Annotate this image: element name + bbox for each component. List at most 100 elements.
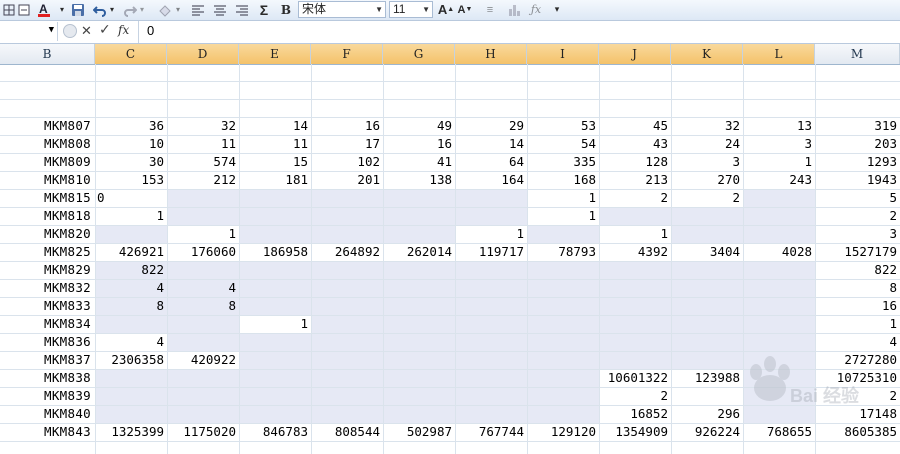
data-cell-c[interactable]: 2306358 [95,351,167,369]
column-header-c[interactable]: C [95,44,167,64]
data-cell-f[interactable]: 17 [311,135,383,153]
data-cell-j[interactable]: 128 [599,153,671,171]
data-cell-g[interactable] [383,333,455,351]
data-cell-m[interactable]: 822 [815,261,900,279]
data-cell-d[interactable]: 420922 [167,351,239,369]
data-cell-c[interactable]: 1 [95,207,167,225]
data-cell-m[interactable]: 1943 [815,171,900,189]
bold-button[interactable]: B [278,1,294,18]
data-cell-c[interactable]: 426921 [95,243,167,261]
row-label-cell[interactable]: MKM840 [0,405,95,423]
wrap-text-icon[interactable]: ≡ [482,1,498,18]
row-label-cell[interactable]: MKM820 [0,225,95,243]
data-cell-c[interactable]: 153 [95,171,167,189]
data-cell-j[interactable] [599,279,671,297]
enter-icon[interactable]: ✓ [99,22,111,38]
data-cell-j[interactable]: 43 [599,135,671,153]
data-cell-g[interactable]: 41 [383,153,455,171]
data-cell-d[interactable]: 8 [167,297,239,315]
data-cell-c[interactable] [95,369,167,387]
data-cell-c[interactable] [95,315,167,333]
data-cell-f[interactable] [311,225,383,243]
data-cell-i[interactable]: 78793 [527,243,599,261]
data-cell-m[interactable]: 1527179 [815,243,900,261]
data-cell-e[interactable] [239,261,311,279]
data-cell-i[interactable]: 1 [527,207,599,225]
data-cell-h[interactable]: 1 [455,225,527,243]
data-cell-k[interactable]: 926224 [671,423,743,441]
data-cell-h[interactable]: 29 [455,117,527,135]
data-cell-m[interactable]: 5 [815,189,900,207]
data-cell-f[interactable]: 808544 [311,423,383,441]
data-cell-k[interactable] [671,315,743,333]
data-cell-f[interactable] [311,405,383,423]
data-cell-c[interactable] [95,387,167,405]
data-cell-m[interactable]: 1 [815,315,900,333]
data-cell-g[interactable] [383,369,455,387]
data-cell-d[interactable] [167,315,239,333]
data-cell-g[interactable] [383,225,455,243]
data-cell-l[interactable]: 1 [743,153,815,171]
merge-icon[interactable] [17,1,31,18]
insert-function-button[interactable]: fx [118,23,129,37]
data-cell-e[interactable] [239,333,311,351]
data-cell-l[interactable]: 3 [743,135,815,153]
redo-icon[interactable] [122,1,138,18]
data-cell-d[interactable] [167,387,239,405]
data-cell-l[interactable] [743,261,815,279]
borders-icon[interactable] [2,1,16,18]
data-cell-h[interactable]: 14 [455,135,527,153]
data-cell-j[interactable]: 16852 [599,405,671,423]
data-cell-d[interactable] [167,189,239,207]
row-label-cell[interactable]: MKM837 [0,351,95,369]
data-cell-h[interactable] [455,297,527,315]
data-cell-e[interactable]: 14 [239,117,311,135]
data-cell-k[interactable]: 2 [671,189,743,207]
data-cell-c[interactable]: 4 [95,333,167,351]
data-cell-j[interactable] [599,297,671,315]
data-cell-k[interactable] [671,297,743,315]
data-cell-j[interactable] [599,351,671,369]
data-cell-g[interactable] [383,189,455,207]
data-cell-k[interactable]: 32 [671,117,743,135]
data-cell-k[interactable]: 3404 [671,243,743,261]
data-cell-g[interactable] [383,261,455,279]
data-cell-g[interactable] [383,387,455,405]
data-cell-k[interactable] [671,225,743,243]
data-cell-l[interactable] [743,225,815,243]
data-cell-l[interactable] [743,315,815,333]
data-cell-c[interactable]: 4 [95,279,167,297]
data-cell-j[interactable]: 213 [599,171,671,189]
data-cell-k[interactable] [671,207,743,225]
column-header-k[interactable]: K [671,44,743,64]
data-cell-h[interactable] [455,333,527,351]
row-label-cell[interactable]: MKM807 [0,117,95,135]
data-cell-g[interactable] [383,297,455,315]
data-cell-f[interactable]: 102 [311,153,383,171]
data-cell-j[interactable]: 1354909 [599,423,671,441]
data-cell-e[interactable] [239,297,311,315]
column-header-d[interactable]: D [167,44,239,64]
data-cell-i[interactable]: 53 [527,117,599,135]
row-label-cell[interactable]: MKM810 [0,171,95,189]
row-label-cell[interactable]: MKM832 [0,279,95,297]
data-cell-m[interactable]: 3 [815,225,900,243]
formula-input[interactable]: 0 [147,23,154,38]
data-cell-c[interactable]: 8 [95,297,167,315]
row-label-cell[interactable]: MKM818 [0,207,95,225]
row-label-cell[interactable]: MKM833 [0,297,95,315]
align-right-icon[interactable] [234,1,250,18]
data-cell-d[interactable]: 574 [167,153,239,171]
expand-icon[interactable] [63,24,77,38]
fill-color-icon[interactable] [156,1,174,18]
data-cell-c[interactable]: 1325399 [95,423,167,441]
data-cell-h[interactable] [455,351,527,369]
data-cell-j[interactable]: 45 [599,117,671,135]
data-cell-k[interactable]: 3 [671,153,743,171]
column-header-e[interactable]: E [239,44,311,64]
data-cell-c[interactable]: 822 [95,261,167,279]
row-label-cell[interactable]: MKM825 [0,243,95,261]
data-cell-i[interactable] [527,261,599,279]
data-cell-j[interactable] [599,261,671,279]
data-cell-g[interactable]: 49 [383,117,455,135]
